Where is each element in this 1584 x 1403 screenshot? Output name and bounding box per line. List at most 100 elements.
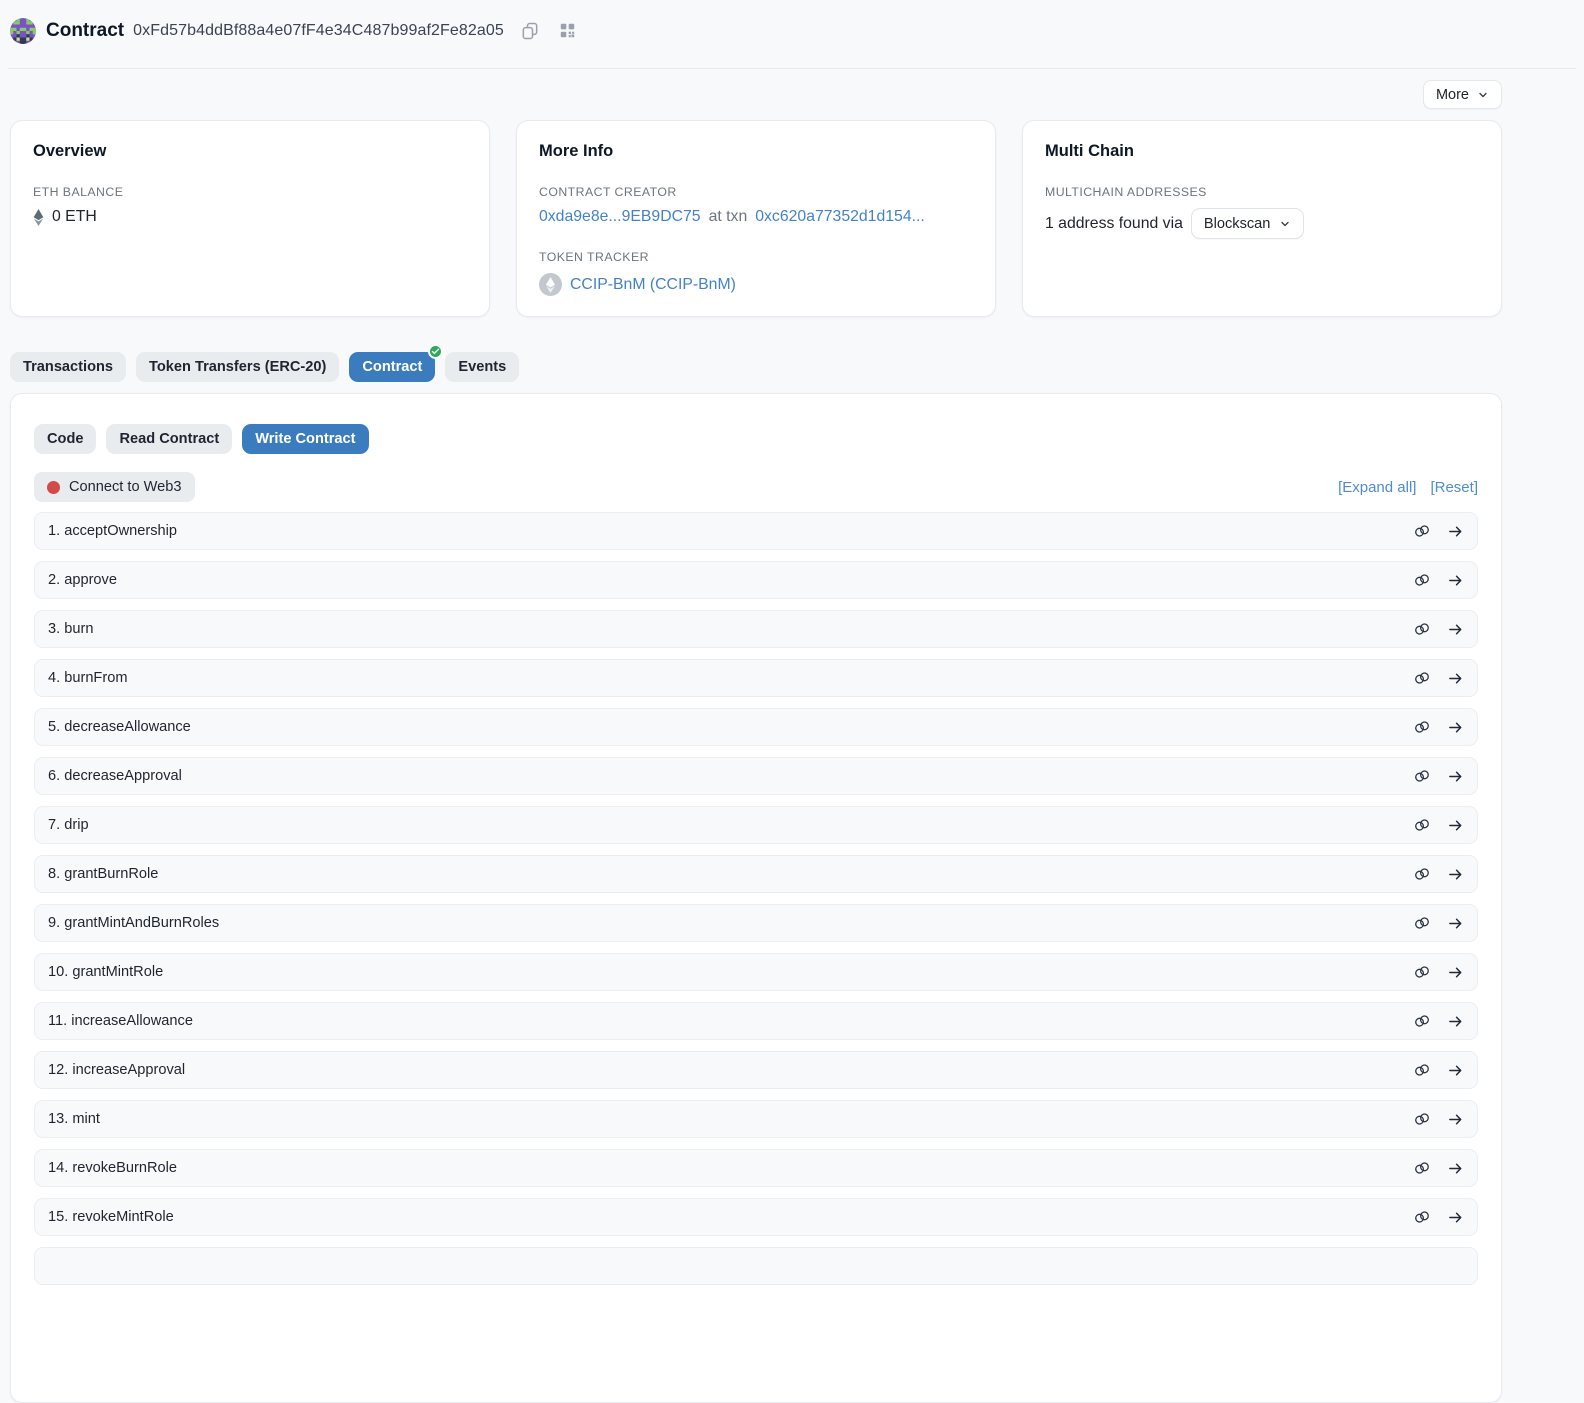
- token-tracker-link[interactable]: CCIP-BnM (CCIP-BnM): [570, 276, 736, 294]
- permalink-button[interactable]: [1413, 620, 1431, 638]
- function-name: 13. mint: [48, 1111, 100, 1127]
- function-name: 10. grantMintRole: [48, 964, 163, 980]
- permalink-button[interactable]: [1413, 816, 1431, 834]
- function-row-icons: [1413, 669, 1464, 687]
- function-row-icons: [1413, 620, 1464, 638]
- function-row[interactable]: 6. decreaseApproval: [34, 757, 1478, 795]
- permalink-button[interactable]: [1413, 963, 1431, 981]
- goto-function-button[interactable]: [1447, 1111, 1464, 1128]
- function-row-icons: [1413, 816, 1464, 834]
- function-name: 15. revokeMintRole: [48, 1209, 174, 1225]
- qr-code-button[interactable]: [556, 19, 579, 42]
- permalink-button[interactable]: [1413, 522, 1431, 540]
- function-row[interactable]: 13. mint: [34, 1100, 1478, 1138]
- link-icon: [1413, 669, 1431, 687]
- function-row[interactable]: 8. grantBurnRole: [34, 855, 1478, 893]
- arrow-right-icon: [1447, 572, 1464, 589]
- creation-txn-link[interactable]: 0xc620a77352d1d154...: [755, 208, 925, 226]
- permalink-button[interactable]: [1413, 767, 1431, 785]
- function-row[interactable]: 14. revokeBurnRole: [34, 1149, 1478, 1187]
- contract-panel: Code Read Contract Write Contract Connec…: [10, 393, 1502, 1403]
- permalink-button[interactable]: [1413, 571, 1431, 589]
- function-row[interactable]: 12. increaseApproval: [34, 1051, 1478, 1089]
- contract-creator-label: CONTRACT CREATOR: [539, 185, 973, 199]
- goto-function-button[interactable]: [1447, 1013, 1464, 1030]
- tab-transactions[interactable]: Transactions: [10, 352, 126, 382]
- more-button-label: More: [1436, 87, 1469, 103]
- arrow-right-icon: [1447, 964, 1464, 981]
- link-icon: [1413, 1159, 1431, 1177]
- reset-link[interactable]: [Reset]: [1430, 479, 1478, 496]
- function-name: 8. grantBurnRole: [48, 866, 158, 882]
- permalink-button[interactable]: [1413, 914, 1431, 932]
- subtab-write-contract[interactable]: Write Contract: [242, 424, 368, 454]
- tab-events[interactable]: Events: [445, 352, 519, 382]
- link-icon: [1413, 865, 1431, 883]
- permalink-button[interactable]: [1413, 865, 1431, 883]
- arrow-right-icon: [1447, 670, 1464, 687]
- function-row-icons: [1413, 767, 1464, 785]
- chevron-down-icon: [1279, 218, 1291, 230]
- function-row[interactable]: 3. burn: [34, 610, 1478, 648]
- goto-function-button[interactable]: [1447, 621, 1464, 638]
- subtab-read-contract[interactable]: Read Contract: [106, 424, 232, 454]
- permalink-button[interactable]: [1413, 1208, 1431, 1226]
- function-row[interactable]: 11. increaseAllowance: [34, 1002, 1478, 1040]
- more-info-card: More Info CONTRACT CREATOR 0xda9e8e...9E…: [516, 120, 996, 317]
- permalink-button[interactable]: [1413, 669, 1431, 687]
- goto-function-button[interactable]: [1447, 768, 1464, 785]
- function-name: 3. burn: [48, 621, 93, 637]
- goto-function-button[interactable]: [1447, 719, 1464, 736]
- function-row[interactable]: 4. burnFrom: [34, 659, 1478, 697]
- link-icon: [1413, 718, 1431, 736]
- function-row[interactable]: 9. grantMintAndBurnRoles: [34, 904, 1478, 942]
- page-title: Contract: [46, 20, 124, 42]
- goto-function-button[interactable]: [1447, 670, 1464, 687]
- function-row-icons: [1413, 1159, 1464, 1177]
- goto-function-button[interactable]: [1447, 964, 1464, 981]
- toolbar-row: More: [10, 80, 1502, 109]
- goto-function-button[interactable]: [1447, 1062, 1464, 1079]
- qr-code-icon: [558, 21, 577, 40]
- permalink-button[interactable]: [1413, 1159, 1431, 1177]
- permalink-button[interactable]: [1413, 1061, 1431, 1079]
- goto-function-button[interactable]: [1447, 915, 1464, 932]
- goto-function-button[interactable]: [1447, 817, 1464, 834]
- permalink-button[interactable]: [1413, 1110, 1431, 1128]
- link-icon: [1413, 1208, 1431, 1226]
- link-icon: [1413, 1012, 1431, 1030]
- more-button[interactable]: More: [1423, 80, 1502, 109]
- permalink-button[interactable]: [1413, 1012, 1431, 1030]
- function-row[interactable]: 5. decreaseAllowance: [34, 708, 1478, 746]
- function-row[interactable]: 7. drip: [34, 806, 1478, 844]
- copy-address-button[interactable]: [518, 19, 542, 43]
- chevron-down-icon: [1477, 89, 1489, 101]
- goto-function-button[interactable]: [1447, 1209, 1464, 1226]
- creator-address-link[interactable]: 0xda9e8e...9EB9DC75: [539, 208, 701, 226]
- function-name: 11. increaseAllowance: [48, 1013, 193, 1029]
- permalink-button[interactable]: [1413, 718, 1431, 736]
- function-row[interactable]: 15. revokeMintRole: [34, 1198, 1478, 1236]
- provider-select-value: Blockscan: [1204, 216, 1271, 232]
- goto-function-button[interactable]: [1447, 1160, 1464, 1177]
- page-header: Contract 0xFd57b4ddBf88a4e07fF4e34C487b9…: [0, 0, 1584, 54]
- function-row-partial[interactable]: [34, 1247, 1478, 1285]
- expand-all-link[interactable]: [Expand all]: [1338, 479, 1416, 496]
- function-row[interactable]: 1. acceptOwnership: [34, 512, 1478, 550]
- function-row[interactable]: 10. grantMintRole: [34, 953, 1478, 991]
- link-icon: [1413, 963, 1431, 981]
- goto-function-button[interactable]: [1447, 523, 1464, 540]
- multichain-addresses-text: 1 address found via: [1045, 215, 1183, 233]
- goto-function-button[interactable]: [1447, 866, 1464, 883]
- tab-token-transfers-erc-20[interactable]: Token Transfers (ERC-20): [136, 352, 339, 382]
- ethereum-token-icon: [545, 277, 556, 293]
- connect-to-web3-button[interactable]: Connect to Web3: [34, 472, 195, 502]
- function-row-icons: [1413, 522, 1464, 540]
- function-row[interactable]: 2. approve: [34, 561, 1478, 599]
- subtab-code[interactable]: Code: [34, 424, 96, 454]
- function-row-icons: [1413, 1208, 1464, 1226]
- arrow-right-icon: [1447, 523, 1464, 540]
- goto-function-button[interactable]: [1447, 572, 1464, 589]
- tab-contract[interactable]: Contract: [349, 352, 435, 382]
- multichain-provider-select[interactable]: Blockscan: [1191, 208, 1305, 239]
